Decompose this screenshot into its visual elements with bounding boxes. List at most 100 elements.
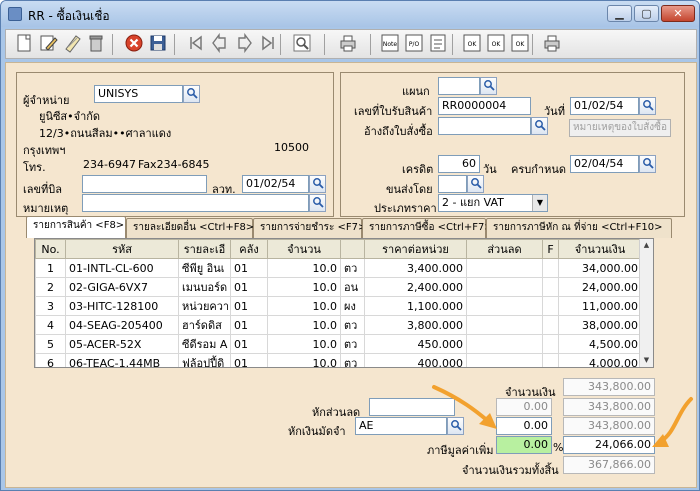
grid-cell[interactable]: ฮาร์ดดิส: [178, 315, 231, 335]
grid-cell[interactable]: [466, 277, 543, 297]
maximize-button[interactable]: ▢: [634, 5, 659, 22]
grid-cell[interactable]: 1,100.000: [364, 296, 467, 316]
chevron-down-icon[interactable]: ▼: [532, 195, 547, 211]
supplier-code-input[interactable]: UNISYS: [94, 85, 183, 103]
grid-cell[interactable]: 2,400.000: [364, 277, 467, 297]
discount-input[interactable]: [369, 398, 455, 416]
table-row[interactable]: 3 03-HITC-128100 หน่วยควา 01 10.0 ผง 1,100.000…: [35, 296, 642, 316]
grid-cell[interactable]: 05-ACER-52X: [65, 334, 179, 354]
supplier-lookup-button[interactable]: [183, 85, 200, 103]
grid-cell[interactable]: ผง: [340, 296, 365, 316]
tab-payments[interactable]: รายการจ่ายชำระ <F7>: [253, 218, 366, 238]
approve-sign-button[interactable]: OK: [484, 33, 507, 56]
bill-date-picker-button[interactable]: [309, 175, 326, 193]
grid-cell[interactable]: [466, 315, 543, 335]
grid-cell[interactable]: 10.0: [267, 296, 341, 316]
grid-cell[interactable]: ตว: [340, 315, 365, 335]
previous-record-button[interactable]: [208, 32, 231, 56]
price-type-select[interactable]: 2 - แยก VAT ▼: [438, 194, 548, 212]
receipt-no-input[interactable]: RR0000004: [438, 97, 531, 115]
grid-header-cell[interactable]: F: [542, 239, 559, 259]
grid-cell[interactable]: ซีพียู อินเ: [178, 258, 231, 278]
deposit-code-input[interactable]: AE: [355, 417, 447, 435]
grid-scrollbar[interactable]: ▲ ▼: [639, 239, 653, 367]
due-date-input[interactable]: 02/04/54: [570, 155, 639, 173]
table-row[interactable]: 4 04-SEAG-205400 ฮาร์ดดิส 01 10.0 ตว 3,800.000…: [35, 315, 642, 335]
grid-cell[interactable]: 6: [35, 353, 66, 367]
scroll-up-icon[interactable]: ▲: [640, 239, 653, 252]
ship-input[interactable]: [438, 175, 467, 193]
note-lookup-button[interactable]: [309, 194, 326, 212]
deposit-value[interactable]: 0.00: [496, 417, 552, 435]
grid-cell[interactable]: 5: [35, 334, 66, 354]
print-button[interactable]: [336, 33, 359, 56]
grid-cell[interactable]: ซีดีรอม A: [178, 334, 231, 354]
po-ref-lookup-button[interactable]: [531, 117, 548, 135]
tab-withholding-tax[interactable]: รายการภาษีหัก ณ ที่จ่าย <Ctrl+F10>: [486, 218, 672, 238]
grid-cell[interactable]: [542, 258, 559, 278]
grid-cell[interactable]: [466, 258, 543, 278]
scroll-down-icon[interactable]: ▼: [640, 354, 653, 367]
grid-cell[interactable]: [466, 334, 543, 354]
table-row[interactable]: 6 06-TEAC-1.44MB ฟล้อปปี้ดิ 01 10.0 ตว 400.000…: [35, 353, 642, 367]
grid-cell[interactable]: 01: [230, 315, 268, 335]
grid-cell[interactable]: 450.000: [364, 334, 467, 354]
grid-cell[interactable]: 3: [35, 296, 66, 316]
minimize-button[interactable]: ▁: [607, 5, 632, 22]
grid-cell[interactable]: 24,000.00: [558, 277, 642, 297]
grid-cell[interactable]: 3,800.000: [364, 315, 467, 335]
grid-cell[interactable]: 4,500.00: [558, 334, 642, 354]
grid-header-cell[interactable]: รายละเอี: [178, 239, 231, 259]
save-button[interactable]: [146, 33, 169, 56]
table-row[interactable]: 5 05-ACER-52X ซีดีรอม A 01 10.0 ตว 450.000 4,50…: [35, 334, 642, 354]
grid-cell[interactable]: 4,000.00: [558, 353, 642, 367]
tab-other-details[interactable]: รายละเอียดอื่น <Ctrl+F8>: [126, 218, 254, 238]
approve-button[interactable]: OK: [460, 33, 483, 56]
tab-purchase-tax[interactable]: รายการภาษีซื้อ <Ctrl+F7>: [362, 218, 493, 238]
grid-header-cell[interactable]: จำนวนเงิน: [558, 239, 642, 259]
grid-cell[interactable]: 03-HITC-128100: [65, 296, 179, 316]
grid-cell[interactable]: เมนบอร์ด: [178, 277, 231, 297]
grid-cell[interactable]: ตว: [340, 334, 365, 354]
due-date-picker-button[interactable]: [639, 155, 656, 173]
note-button[interactable]: Note: [378, 33, 401, 56]
dept-lookup-button[interactable]: [480, 77, 497, 95]
deposit-lookup-button[interactable]: [447, 417, 464, 435]
grid-cell[interactable]: [542, 334, 559, 354]
vat-rate-input[interactable]: 0.00: [496, 436, 552, 454]
grid-cell[interactable]: 01-INTL-CL-600: [65, 258, 179, 278]
printer-button[interactable]: [540, 33, 563, 56]
grid-cell[interactable]: 01: [230, 296, 268, 316]
grid-header-cell[interactable]: No.: [35, 239, 66, 259]
grid-cell[interactable]: 01: [230, 334, 268, 354]
doc-date-picker-button[interactable]: [639, 97, 656, 115]
grid-cell[interactable]: หน่วยควา: [178, 296, 231, 316]
grid-cell[interactable]: 400.000: [364, 353, 467, 367]
grid-cell[interactable]: 04-SEAG-205400: [65, 315, 179, 335]
po-note-button[interactable]: หมายเหตุของใบสั่งซื้อ: [569, 119, 671, 137]
dept-input[interactable]: [438, 77, 480, 95]
grid-cell[interactable]: 11,000.00: [558, 296, 642, 316]
note-input[interactable]: [82, 194, 309, 212]
grid-cell[interactable]: ฟล้อปปี้ดิ: [178, 353, 231, 367]
grid-cell[interactable]: 34,000.00: [558, 258, 642, 278]
grid-cell[interactable]: 3,400.000: [364, 258, 467, 278]
cancel-button[interactable]: [122, 33, 145, 56]
grid-cell[interactable]: [542, 296, 559, 316]
grid-cell[interactable]: 02-GIGA-6VX7: [65, 277, 179, 297]
last-record-button[interactable]: [256, 33, 279, 56]
grid-header-cell[interactable]: คลัง: [230, 239, 268, 259]
grid-cell[interactable]: ตว: [340, 258, 365, 278]
grid-cell[interactable]: [542, 315, 559, 335]
title-bar[interactable]: RR - ซื้อเงินเชื่อ ▁ ▢ ✕: [1, 1, 699, 27]
ship-lookup-button[interactable]: [467, 175, 484, 193]
search-button[interactable]: [290, 33, 313, 56]
grid-cell[interactable]: 38,000.00: [558, 315, 642, 335]
close-button[interactable]: ✕: [661, 5, 695, 22]
grid-cell[interactable]: 10.0: [267, 258, 341, 278]
grid-cell[interactable]: 10.0: [267, 277, 341, 297]
grid-cell[interactable]: 10.0: [267, 315, 341, 335]
bill-date-input[interactable]: 01/02/54: [242, 175, 309, 193]
grid-cell[interactable]: [542, 353, 559, 367]
grid-cell[interactable]: 10.0: [267, 334, 341, 354]
